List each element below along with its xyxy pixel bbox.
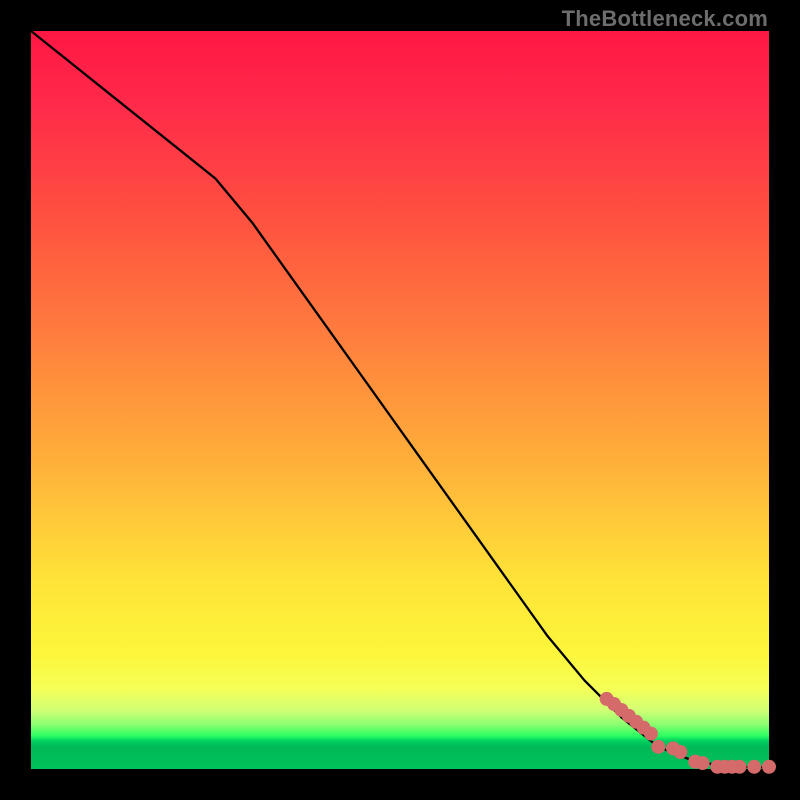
attribution-text: TheBottleneck.com (562, 6, 768, 32)
highlight-point (732, 760, 746, 774)
highlight-point (696, 756, 710, 770)
chart-overlay (31, 31, 769, 769)
curve-line (31, 31, 769, 768)
highlight-point (644, 727, 658, 741)
highlight-point (762, 760, 776, 774)
highlight-points-group (600, 692, 776, 774)
chart-container: TheBottleneck.com (0, 0, 800, 800)
highlight-point (651, 740, 665, 754)
highlight-point (747, 760, 761, 774)
highlight-point (673, 745, 687, 759)
